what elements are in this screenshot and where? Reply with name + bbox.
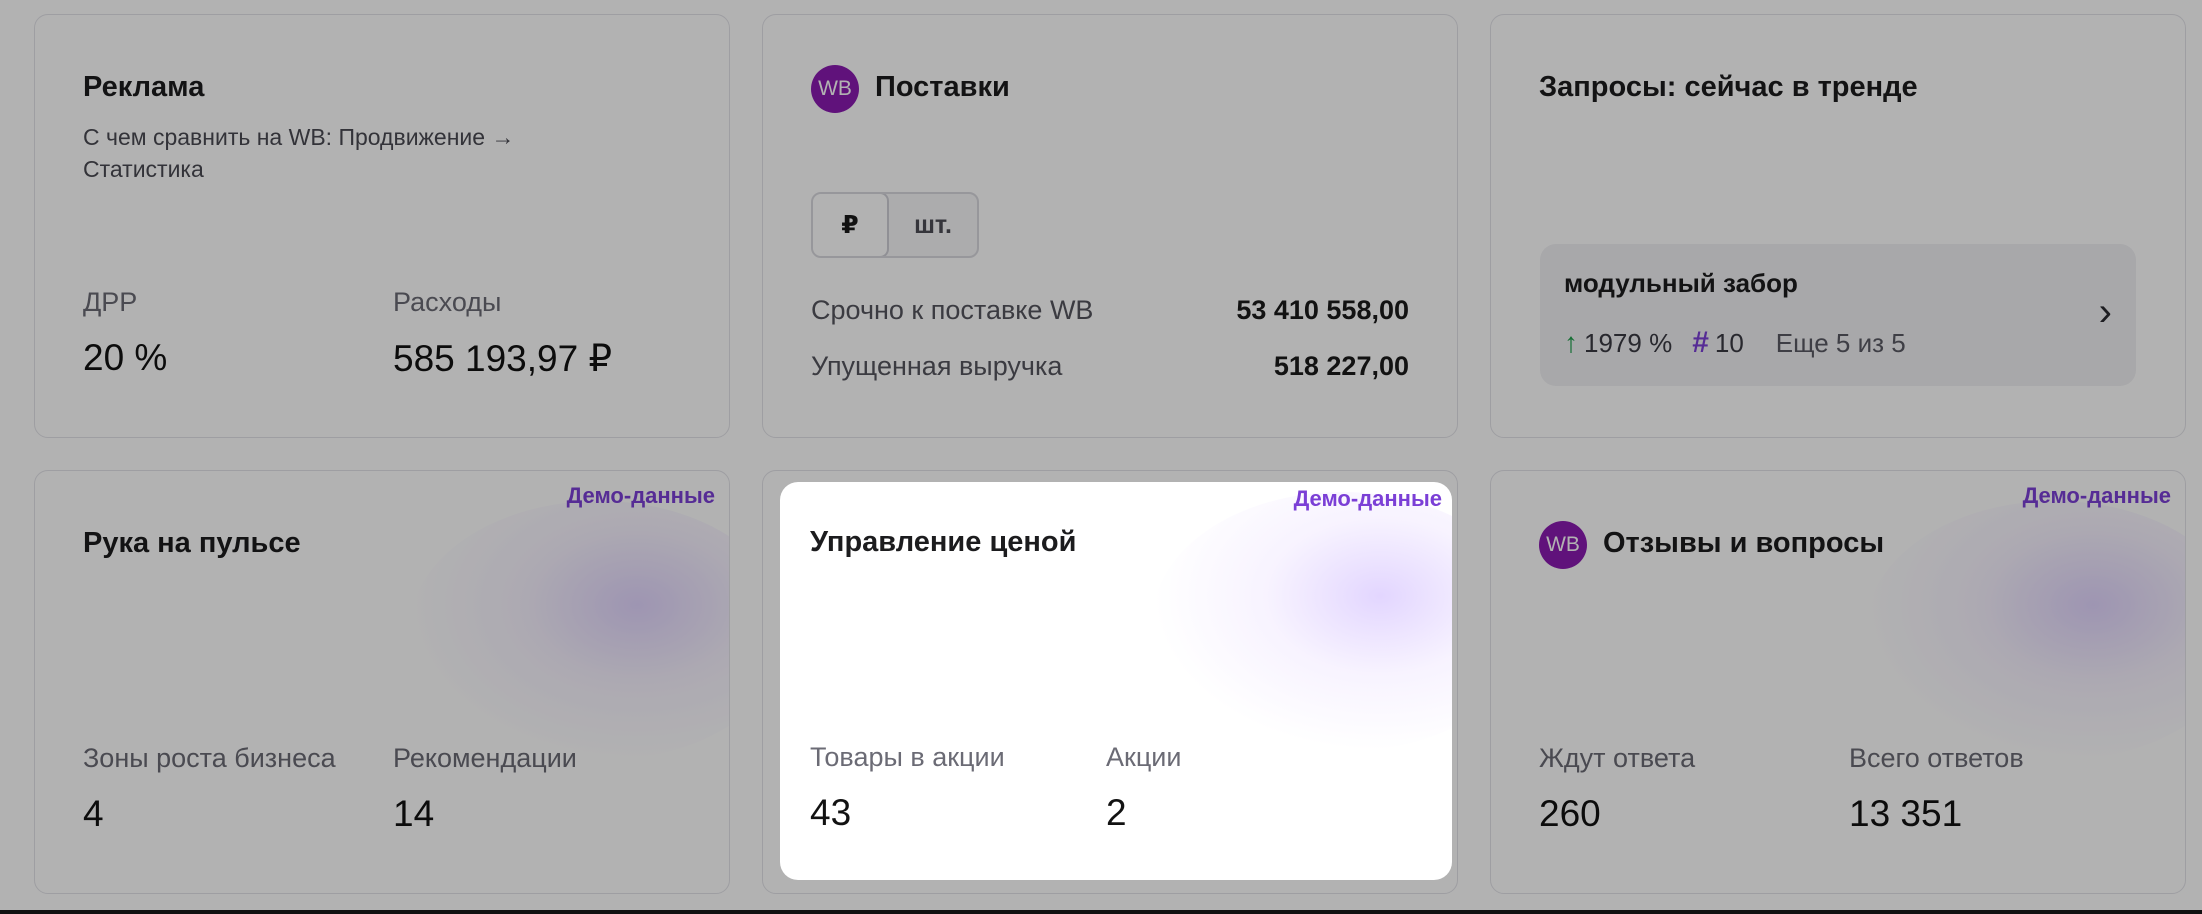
- growth-zones-label: Зоны роста бизнеса: [83, 743, 336, 773]
- promo-products-value: 43: [810, 792, 852, 833]
- drr-label: ДРР: [83, 287, 138, 317]
- promotions-label: Акции: [1106, 742, 1182, 772]
- reviews-card-title: Отзывы и вопросы: [1603, 527, 1885, 559]
- reviews-card[interactable]: Демо-данные WB Отзывы и вопросы Ждут отв…: [1490, 470, 2186, 894]
- dashboard: Реклама С чем сравнить на WB: Продвижени…: [0, 0, 2202, 914]
- lost-revenue-label: Упущенная выручка: [811, 351, 1063, 381]
- urgent-supply-value: 53 410 558,00: [1236, 295, 1409, 325]
- wb-logo-icon: WB: [1539, 521, 1587, 569]
- expenses-label: Расходы: [393, 287, 502, 317]
- ads-card[interactable]: Реклама С чем сравнить на WB: Продвижени…: [34, 14, 730, 438]
- ruble-toggle-button[interactable]: ₽: [813, 194, 889, 256]
- urgent-supply-label: Срочно к поставке WB: [811, 295, 1094, 325]
- demo-data-badge: Демо-данные: [566, 483, 715, 508]
- trend-query-stats: ↑ 1979 % # 10 Еще 5 из 5: [1564, 326, 1906, 360]
- hash-icon: #: [1692, 326, 1709, 359]
- total-replies-label: Всего ответов: [1849, 743, 2024, 773]
- pulse-card[interactable]: Демо-данные Рука на пульсе Зоны роста би…: [34, 470, 730, 894]
- decorative-glow: [1865, 501, 2185, 761]
- awaiting-reply-label: Ждут ответа: [1539, 743, 1696, 773]
- decorative-glow: [1152, 492, 1452, 752]
- lost-revenue-value: 518 227,00: [1273, 351, 1409, 381]
- expenses-value: 585 193,97 ₽: [393, 338, 613, 379]
- decorative-glow: [409, 501, 729, 761]
- ads-card-subtitle: С чем сравнить на WB: Продвижение → Стат…: [83, 124, 515, 182]
- recommendations-value: 14: [393, 793, 435, 834]
- demo-data-badge: Демо-данные: [1293, 486, 1442, 511]
- trend-rank-value: 10: [1714, 327, 1744, 358]
- trend-query-text: модульный забор: [1564, 268, 1798, 298]
- demo-data-badge: Демо-данные: [2022, 483, 2171, 508]
- pieces-toggle-button[interactable]: шт.: [889, 194, 977, 256]
- wb-logo-icon: WB: [811, 65, 859, 113]
- total-replies-value: 13 351: [1849, 793, 1963, 834]
- supplies-card-title: Поставки: [875, 71, 1010, 103]
- pricing-card[interactable]: Демо-данные Управление ценой Товары в ак…: [780, 482, 1452, 880]
- pricing-card-title: Управление ценой: [810, 526, 1077, 558]
- arrow-up-icon: ↑: [1564, 327, 1578, 358]
- trends-card-title: Запросы: сейчас в тренде: [1539, 71, 1918, 103]
- promo-products-label: Товары в акции: [810, 742, 1005, 772]
- unit-toggle: ₽ шт.: [811, 192, 979, 258]
- recommendations-label: Рекомендации: [393, 743, 577, 773]
- screen-bottom-edge: [0, 910, 2202, 914]
- growth-zones-value: 4: [83, 793, 104, 834]
- trend-more-link[interactable]: Еще 5 из 5: [1776, 328, 1906, 359]
- chevron-right-icon[interactable]: ›: [2099, 290, 2112, 335]
- drr-value: 20 %: [83, 337, 168, 378]
- pulse-card-title: Рука на пульсе: [83, 527, 301, 559]
- awaiting-reply-value: 260: [1539, 793, 1601, 834]
- trend-growth-value: 1979 %: [1584, 327, 1673, 358]
- ads-card-title: Реклама: [83, 71, 205, 103]
- trend-query-item[interactable]: модульный забор ↑ 1979 % # 10 Еще 5 из 5…: [1540, 244, 2136, 386]
- promotions-value: 2: [1106, 792, 1127, 833]
